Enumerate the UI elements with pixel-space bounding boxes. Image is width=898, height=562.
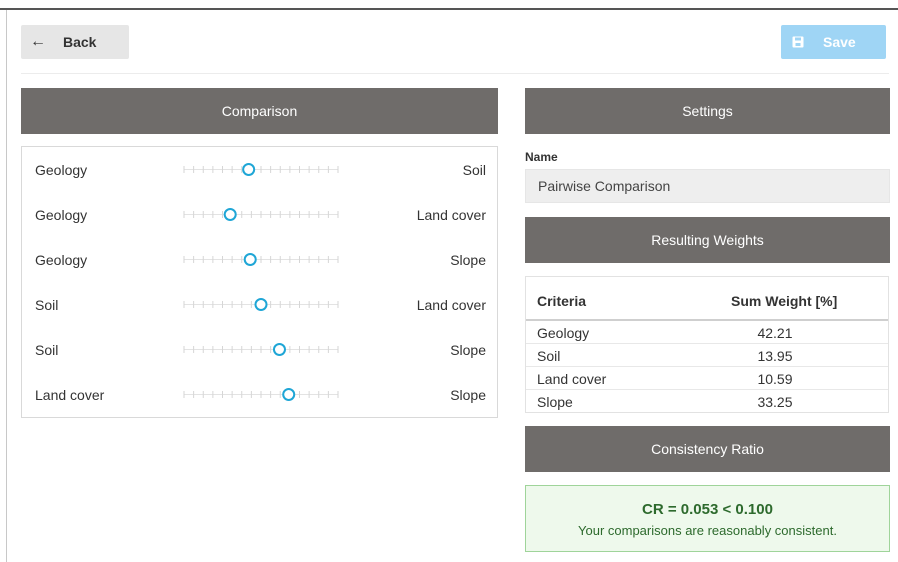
comparison-right-label: Slope bbox=[450, 387, 486, 403]
slider-track bbox=[183, 388, 339, 401]
slider-handle[interactable] bbox=[254, 298, 268, 311]
comparison-left-label: Soil bbox=[35, 297, 59, 313]
save-button-label: Save bbox=[823, 34, 856, 50]
consistency-header: Consistency Ratio bbox=[525, 426, 890, 472]
table-row: Slope 33.25 bbox=[526, 390, 888, 413]
criteria-cell: Land cover bbox=[537, 371, 607, 387]
comparison-panel: Geology Soil Geology Land cover Geology … bbox=[21, 146, 498, 418]
criteria-cell: Geology bbox=[537, 325, 590, 341]
comparison-header: Comparison bbox=[21, 88, 498, 134]
comparison-row: Soil Slope bbox=[22, 327, 499, 372]
table-row: Land cover 10.59 bbox=[526, 367, 888, 390]
weight-cell: 13.95 bbox=[757, 348, 793, 364]
comparison-right-label: Land cover bbox=[416, 297, 486, 313]
comparison-left-label: Geology bbox=[35, 162, 88, 178]
comparison-slider[interactable] bbox=[183, 163, 339, 176]
comparison-row: Land cover Slope bbox=[22, 372, 499, 417]
slider-track bbox=[183, 163, 339, 176]
comparison-row: Geology Land cover bbox=[22, 192, 499, 237]
back-button-label: Back bbox=[63, 34, 97, 50]
slider-track bbox=[183, 298, 339, 311]
toolbar-divider bbox=[21, 73, 889, 74]
consistency-ratio-value: CR = 0.053 < 0.100 bbox=[642, 501, 773, 518]
name-label: Name bbox=[525, 150, 558, 164]
comparison-right-label: Land cover bbox=[416, 207, 486, 223]
consistency-result-box: CR = 0.053 < 0.100 Your comparisons are … bbox=[525, 485, 890, 552]
settings-header-label: Settings bbox=[682, 103, 733, 119]
weights-header-label: Resulting Weights bbox=[651, 232, 764, 248]
back-button[interactable]: ← Back bbox=[21, 25, 129, 59]
comparison-right-label: Slope bbox=[450, 342, 486, 358]
criteria-column-header: Criteria bbox=[537, 293, 587, 309]
save-button[interactable]: Save bbox=[781, 25, 886, 59]
comparison-row: Geology Soil bbox=[22, 147, 499, 192]
comparison-left-label: Land cover bbox=[35, 387, 105, 403]
table-row: Geology 42.21 bbox=[526, 321, 888, 344]
weights-table-header: Criteria Sum Weight [%] bbox=[526, 277, 888, 321]
weight-cell: 42.21 bbox=[757, 325, 793, 341]
comparison-slider[interactable] bbox=[183, 343, 339, 356]
comparison-right-label: Soil bbox=[462, 162, 486, 178]
comparison-row: Soil Land cover bbox=[22, 282, 499, 327]
top-border bbox=[0, 8, 898, 10]
comparison-right-label: Slope bbox=[450, 252, 486, 268]
slider-handle[interactable] bbox=[223, 208, 237, 221]
comparison-slider[interactable] bbox=[183, 388, 339, 401]
slider-handle[interactable] bbox=[272, 343, 286, 356]
slider-track bbox=[183, 343, 339, 356]
slider-handle[interactable] bbox=[282, 388, 296, 401]
comparison-slider[interactable] bbox=[183, 253, 339, 266]
comparison-slider[interactable] bbox=[183, 298, 339, 311]
consistency-message: Your comparisons are reasonably consiste… bbox=[578, 523, 837, 538]
weight-cell: 33.25 bbox=[757, 394, 793, 410]
comparison-left-label: Geology bbox=[35, 207, 88, 223]
comparison-slider[interactable] bbox=[183, 208, 339, 221]
comparison-row: Geology Slope bbox=[22, 237, 499, 282]
weights-header: Resulting Weights bbox=[525, 217, 890, 263]
slider-handle[interactable] bbox=[242, 163, 256, 176]
slider-track bbox=[183, 253, 339, 266]
weight-cell: 10.59 bbox=[757, 371, 793, 387]
comparison-header-label: Comparison bbox=[221, 103, 298, 119]
left-border bbox=[6, 10, 7, 562]
arrow-left-icon: ← bbox=[30, 33, 46, 50]
consistency-header-label: Consistency Ratio bbox=[651, 441, 764, 457]
settings-header: Settings bbox=[525, 88, 890, 134]
slider-handle[interactable] bbox=[243, 253, 257, 266]
criteria-cell: Soil bbox=[537, 348, 561, 364]
floppy-disk-icon bbox=[781, 36, 815, 48]
table-row: Soil 13.95 bbox=[526, 344, 888, 367]
criteria-cell: Slope bbox=[537, 394, 573, 410]
slider-track bbox=[183, 208, 339, 221]
weight-column-header: Sum Weight [%] bbox=[731, 293, 838, 309]
weights-table: Criteria Sum Weight [%] Geology 42.21 So… bbox=[525, 276, 889, 413]
comparison-left-label: Geology bbox=[35, 252, 88, 268]
comparison-left-label: Soil bbox=[35, 342, 59, 358]
name-input[interactable]: Pairwise Comparison bbox=[525, 169, 890, 203]
